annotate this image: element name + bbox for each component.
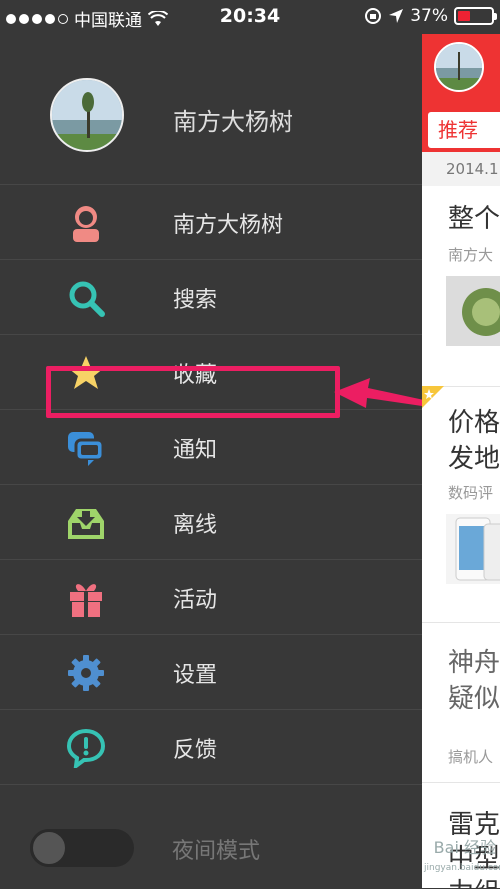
menu-item-notifications[interactable]: 通知 [0, 409, 422, 484]
favorites-highlight-box [46, 366, 340, 418]
location-arrow-icon [389, 9, 404, 23]
chat-bubbles-icon [68, 432, 105, 466]
card-title[interactable]: 整个 [448, 198, 500, 235]
card-thumbnail[interactable] [446, 276, 500, 346]
menu-item-search[interactable]: 搜索 [0, 259, 422, 334]
card-source: 搞机人 [448, 748, 494, 766]
card-thumbnail[interactable] [446, 514, 500, 584]
status-bar: 中国联通 20:34 37% [0, 0, 500, 34]
profile-header[interactable]: 南方大杨树 [0, 34, 422, 184]
menu-list: 南方大杨树 搜索 收藏 通知 离线 活动 设置 反馈 [0, 184, 422, 784]
gear-icon [68, 655, 104, 691]
card-title[interactable]: 神舟 [448, 642, 500, 679]
menu-item-feedback[interactable]: 反馈 [0, 709, 422, 784]
battery-percent: 37% [410, 6, 448, 26]
card-source: 数码评 [448, 484, 494, 502]
header-avatar[interactable] [434, 42, 484, 92]
menu-item-profile[interactable]: 南方大杨树 [0, 184, 422, 259]
side-drawer: 南方大杨树 南方大杨树 搜索 收藏 通知 离线 活动 设置 反馈 夜间模式 [0, 34, 422, 888]
menu-item-label: 搜索 [173, 288, 218, 313]
download-tray-icon [68, 509, 104, 539]
menu-item-label: 反馈 [173, 738, 218, 763]
toggle-knob [30, 829, 68, 867]
featured-star-icon [422, 386, 444, 408]
watermark: Bai 经验 jingyan.baidu.com [424, 838, 500, 888]
rotation-lock-icon [365, 8, 382, 24]
feedback-icon [66, 728, 106, 768]
user-icon [73, 206, 99, 242]
card-title[interactable]: 价格 [448, 402, 500, 439]
menu-item-label: 设置 [173, 663, 218, 688]
watermark-logo: Bai 经验 [433, 838, 496, 857]
search-icon [69, 281, 105, 317]
annotation-arrow-icon [334, 378, 424, 408]
card-title[interactable]: 雷克 [448, 804, 500, 841]
menu-item-settings[interactable]: 设置 [0, 634, 422, 709]
content-header: 推荐 [422, 34, 500, 152]
card-source: 南方大 [448, 246, 494, 264]
feed-date: 2014.1 [422, 152, 500, 186]
menu-item-label: 离线 [173, 513, 218, 538]
night-mode-label: 夜间模式 [172, 839, 261, 864]
tab-recommended[interactable]: 推荐 [428, 112, 500, 148]
card-title[interactable]: 疑似 [448, 678, 500, 715]
content-panel: 推荐 2014.1 整个 南方大 价格 发地 数码评 神舟 疑似 搞机人 雷克 … [422, 0, 500, 888]
night-mode-row: 夜间模式 [0, 784, 422, 889]
watermark-url: jingyan.baidu.com [424, 863, 500, 873]
profile-name[interactable]: 南方大杨树 [173, 102, 293, 137]
menu-item-offline[interactable]: 离线 [0, 484, 422, 559]
gift-icon [70, 584, 102, 617]
menu-item-activities[interactable]: 活动 [0, 559, 422, 634]
avatar[interactable] [50, 78, 124, 152]
menu-item-label: 通知 [173, 438, 218, 463]
card-title[interactable]: 发地 [448, 438, 500, 475]
menu-item-label: 活动 [173, 588, 218, 613]
night-mode-toggle[interactable] [30, 829, 134, 867]
battery-icon [454, 7, 497, 25]
menu-item-label: 南方大杨树 [173, 213, 284, 238]
